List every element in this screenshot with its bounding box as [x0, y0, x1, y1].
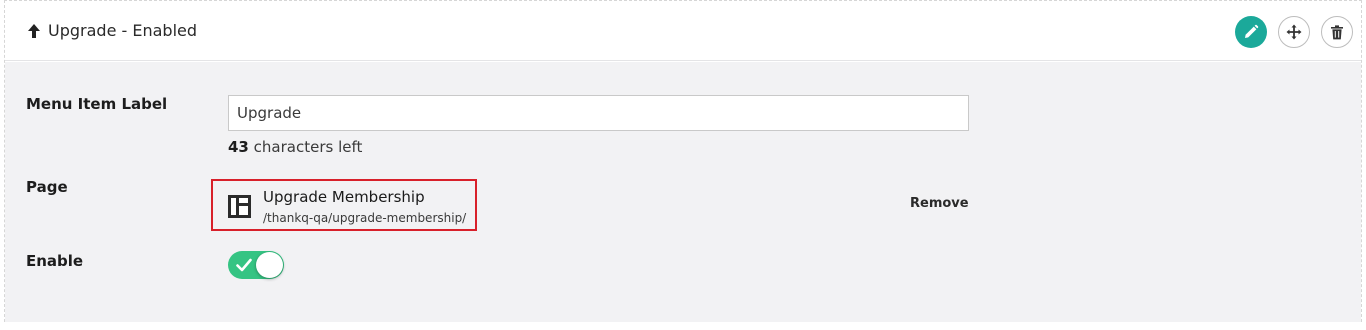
- page-heading: Page: [26, 178, 68, 196]
- check-icon: [236, 258, 252, 272]
- toggle-knob: [256, 252, 283, 278]
- move-icon: [1286, 24, 1302, 40]
- edit-button[interactable]: [1235, 16, 1267, 48]
- trash-icon: [1331, 24, 1343, 39]
- menu-item-card: Upgrade - Enabled Menu Item Label Upgrad…: [4, 0, 1362, 322]
- page-path: /thankq-qa/upgrade-membership/: [263, 211, 467, 225]
- selected-page[interactable]: Upgrade Membership /thankq-qa/upgrade-me…: [211, 179, 477, 231]
- move-button[interactable]: [1278, 16, 1310, 48]
- card-title: Upgrade - Enabled: [48, 21, 198, 40]
- enable-toggle[interactable]: [228, 251, 284, 279]
- remove-page-button[interactable]: Remove: [910, 196, 969, 211]
- arrow-up-icon: [28, 24, 40, 38]
- menu-item-label-input[interactable]: Upgrade: [228, 95, 969, 131]
- page-title: Upgrade Membership: [263, 188, 425, 206]
- card-header[interactable]: Upgrade - Enabled: [5, 1, 1361, 61]
- card-body: Menu Item Label Upgrade 43 characters le…: [5, 62, 1361, 322]
- characters-left-counter: 43 characters left: [228, 138, 362, 156]
- menu-item-label-heading: Menu Item Label: [26, 95, 168, 113]
- characters-left-text: characters left: [253, 138, 363, 156]
- characters-left-number: 43: [228, 138, 249, 156]
- pencil-icon: [1245, 24, 1259, 38]
- page-layout-icon: [228, 195, 251, 218]
- menu-item-label-value: Upgrade: [237, 104, 302, 122]
- enable-heading: Enable: [26, 252, 84, 270]
- delete-button[interactable]: [1321, 16, 1353, 48]
